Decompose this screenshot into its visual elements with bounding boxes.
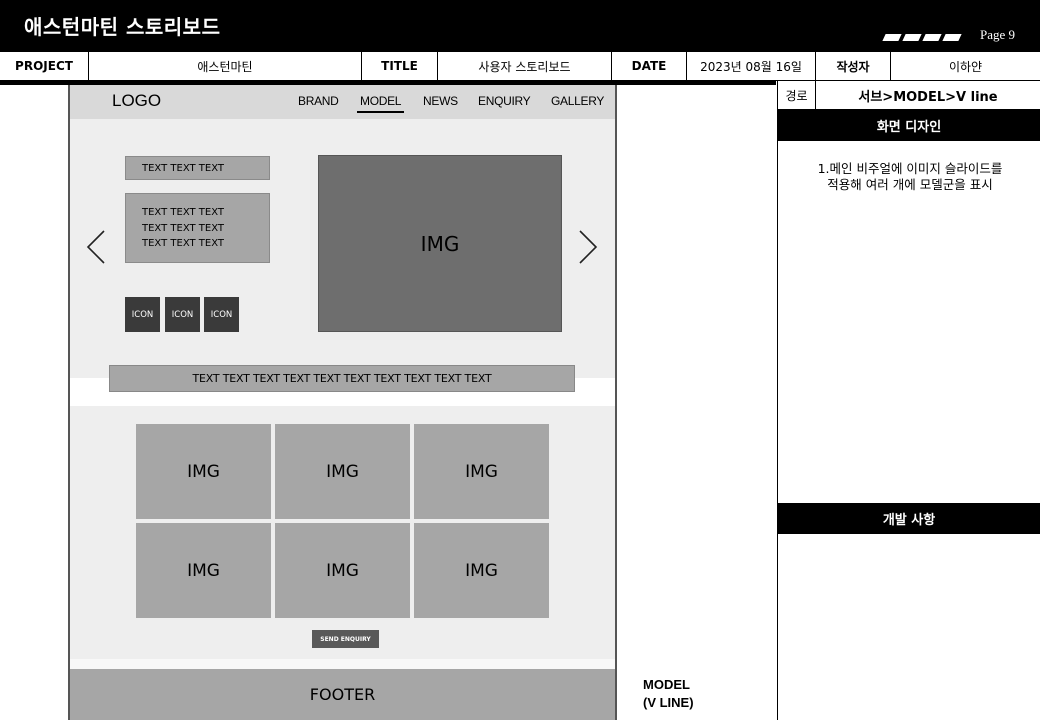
date-label: DATE — [612, 52, 687, 80]
caption-line: MODEL — [643, 677, 690, 692]
project-value: 애스턴마틴 — [89, 52, 362, 80]
send-enquiry-button[interactable]: SEND ENQUIRY — [312, 630, 379, 648]
nav-item-model[interactable]: MODEL — [360, 94, 401, 108]
grid-image[interactable]: IMG — [414, 424, 549, 519]
hero-text-box: TEXT TEXT TEXT TEXT TEXT TEXT TEXT TEXT … — [125, 193, 270, 263]
wide-text-bar: TEXT TEXT TEXT TEXT TEXT TEXT TEXT TEXT … — [109, 365, 575, 392]
title-label: TITLE — [362, 52, 438, 80]
date-value: 2023년 08월 16일 — [687, 52, 816, 80]
project-label: PROJECT — [0, 52, 89, 80]
nav-active-indicator — [357, 111, 404, 113]
author-value: 이하얀 — [948, 59, 983, 74]
hero-text-line: TEXT TEXT TEXT — [142, 207, 224, 218]
title-value: 사용자 스토리보드 — [438, 52, 612, 80]
document-title: 애스턴마틴 스토리보드 — [24, 15, 221, 39]
grid-image[interactable]: IMG — [275, 523, 410, 618]
footer: FOOTER — [70, 669, 615, 720]
dev-heading: 개발 사항 — [778, 503, 1040, 534]
grid-image[interactable]: IMG — [414, 523, 549, 618]
hero-text-bar: TEXT TEXT TEXT — [125, 156, 270, 180]
hero-image: IMG — [318, 155, 562, 332]
author-label: 작성자 — [816, 52, 891, 80]
model-caption: MODEL (V LINE) — [643, 676, 694, 712]
caption-line: (V LINE) — [643, 695, 694, 710]
decorative-dashes — [882, 34, 962, 41]
info-row: PROJECT 애스턴마틴 TITLE 사용자 스토리보드 DATE 2023년… — [0, 51, 1040, 81]
nav-item-gallery[interactable]: GALLERY — [551, 94, 604, 108]
hero-text-line: TEXT TEXT TEXT — [142, 222, 224, 234]
icon-button[interactable]: ICON — [165, 297, 200, 332]
chevron-right-icon[interactable] — [578, 230, 598, 264]
grid-image[interactable]: IMG — [136, 523, 271, 618]
design-description-line: 1.메인 비주얼에 이미지 슬라이드를 — [817, 161, 1003, 176]
path-value: 서브>MODEL>V line — [858, 90, 998, 105]
icon-button[interactable]: ICON — [204, 297, 239, 332]
path-label: 경로 — [778, 81, 816, 110]
design-description-line: 적용해 여러 개에 모델군을 표시 — [827, 177, 993, 192]
design-description: 1.메인 비주얼에 이미지 슬라이드를 적용해 여러 개에 모델군을 표시 — [790, 161, 1030, 193]
panel-divider — [777, 81, 778, 720]
design-heading: 화면 디자인 — [778, 110, 1040, 141]
nav-item-news[interactable]: NEWS — [423, 94, 458, 108]
nav-item-enquiry[interactable]: ENQUIRY — [478, 94, 531, 108]
icon-button[interactable]: ICON — [125, 297, 160, 332]
nav-item-brand[interactable]: BRAND — [298, 94, 339, 108]
grid-image[interactable]: IMG — [136, 424, 271, 519]
page-number: Page 9 — [980, 27, 1016, 42]
logo[interactable]: LOGO — [112, 91, 161, 111]
chevron-left-icon[interactable] — [86, 230, 106, 264]
hero-text-line: TEXT TEXT TEXT — [142, 238, 224, 249]
grid-image[interactable]: IMG — [275, 424, 410, 519]
